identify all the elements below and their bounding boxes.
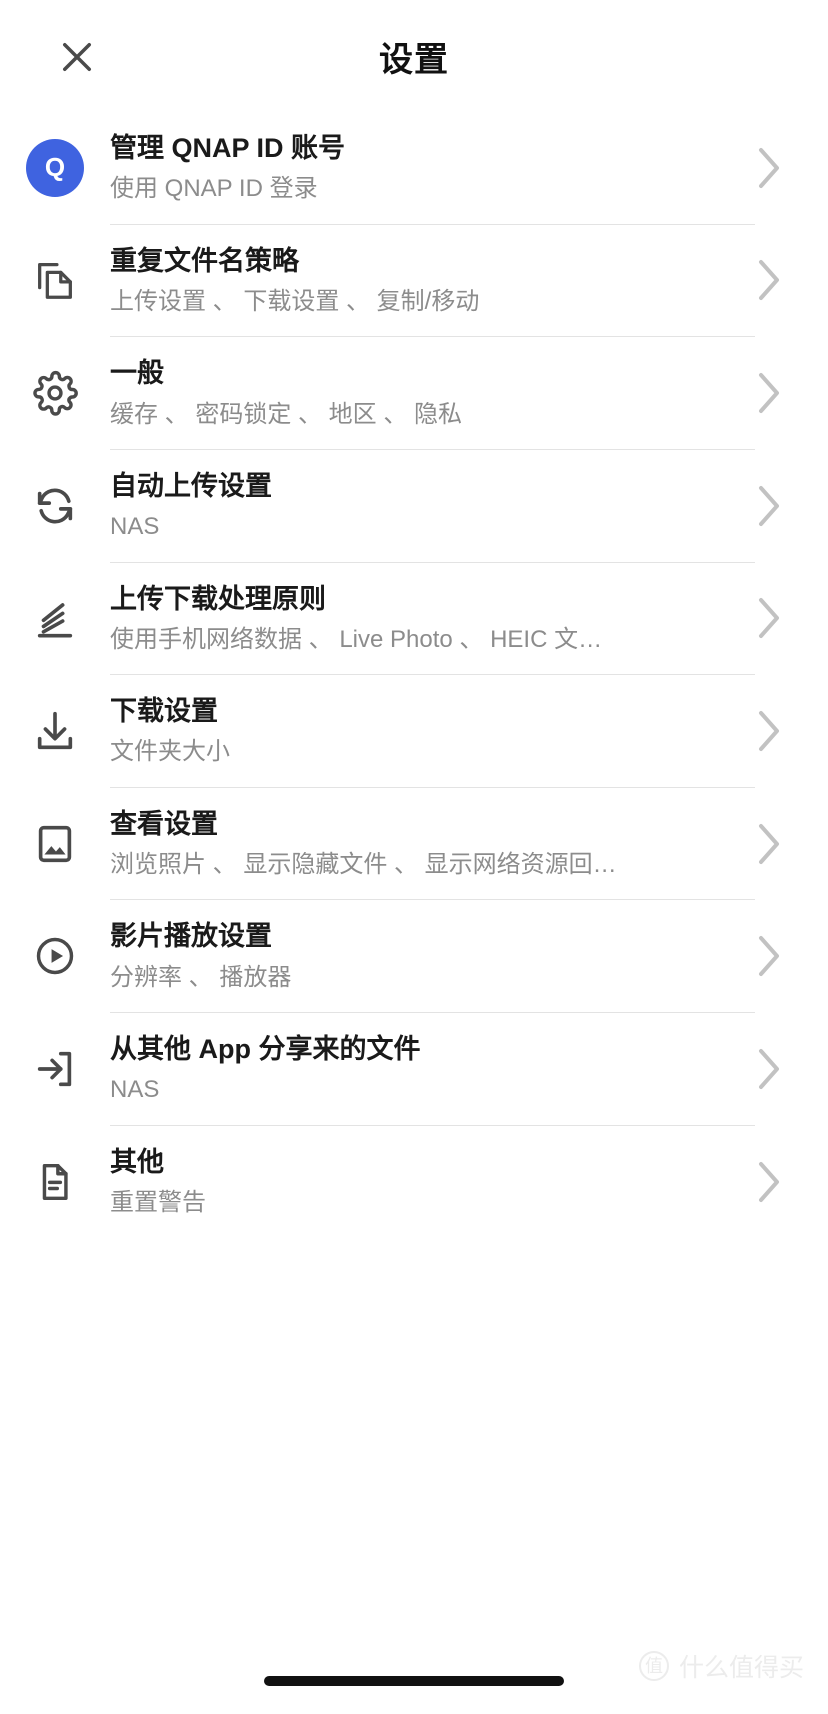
copy-files-icon bbox=[32, 257, 78, 303]
list-item-subtitle: 使用手机网络数据 、 Live Photo 、 HEIC 文… bbox=[110, 625, 603, 653]
close-icon bbox=[56, 36, 98, 78]
row-icon-slot bbox=[0, 1159, 110, 1205]
row-body: 重复文件名策略 上传设置 、 下载设置 、 复制/移动 bbox=[110, 225, 710, 337]
row-body: 从其他 App 分享来的文件 NAS bbox=[110, 1013, 710, 1125]
row-icon-slot bbox=[0, 483, 110, 529]
chevron-right-icon bbox=[710, 934, 828, 978]
chevron-right-icon bbox=[710, 822, 828, 866]
list-item-transfer-rules[interactable]: 上传下载处理原则 使用手机网络数据 、 Live Photo 、 HEIC 文… bbox=[0, 563, 828, 675]
row-icon-slot bbox=[0, 821, 110, 867]
list-item-subtitle: 上传设置 、 下载设置 、 复制/移动 bbox=[110, 287, 480, 315]
close-button[interactable] bbox=[52, 32, 102, 82]
site-watermark: 值 什么值得买 bbox=[638, 1648, 804, 1684]
list-item-duplicate-filename-policy[interactable]: 重复文件名策略 上传设置 、 下载设置 、 复制/移动 bbox=[0, 225, 828, 337]
list-item-qnap-account[interactable]: Q 管理 QNAP ID 账号 使用 QNAP ID 登录 bbox=[0, 112, 828, 224]
chevron-right-icon bbox=[710, 709, 828, 753]
row-icon-slot bbox=[0, 933, 110, 979]
list-item-video-playback[interactable]: 影片播放设置 分辨率 、 播放器 bbox=[0, 900, 828, 1012]
list-item-subtitle: NAS bbox=[110, 513, 160, 541]
list-item-title: 下载设置 bbox=[110, 696, 218, 727]
list-item-subtitle: 使用 QNAP ID 登录 bbox=[110, 175, 318, 203]
qnap-account-avatar: Q bbox=[26, 138, 84, 197]
row-icon-slot bbox=[0, 708, 110, 754]
list-item-title: 查看设置 bbox=[110, 808, 218, 839]
row-body: 查看设置 浏览照片 、 显示隐藏文件 、 显示网络资源回… bbox=[110, 788, 710, 900]
sync-icon bbox=[32, 483, 78, 529]
watermark-badge-icon: 值 bbox=[638, 1651, 669, 1681]
row-body: 下载设置 文件夹大小 bbox=[110, 675, 710, 787]
list-item-title: 影片播放设置 bbox=[110, 921, 272, 952]
image-icon bbox=[32, 821, 78, 867]
chevron-right-icon bbox=[710, 146, 828, 190]
document-icon bbox=[32, 1159, 78, 1205]
list-item-title: 其他 bbox=[110, 1146, 164, 1177]
list-item-shared-from-other-apps[interactable]: 从其他 App 分享来的文件 NAS bbox=[0, 1013, 828, 1125]
gear-icon bbox=[32, 370, 78, 416]
chevron-right-icon bbox=[710, 596, 828, 640]
list-item-general[interactable]: 一般 缓存 、 密码锁定 、 地区 、 隐私 bbox=[0, 337, 828, 449]
row-icon-slot bbox=[0, 257, 110, 303]
list-item-subtitle: 浏览照片 、 显示隐藏文件 、 显示网络资源回… bbox=[110, 851, 617, 879]
row-icon-slot: Q bbox=[0, 138, 110, 197]
play-circle-icon bbox=[32, 933, 78, 979]
list-item-title: 管理 QNAP ID 账号 bbox=[110, 133, 346, 163]
list-item-others[interactable]: 其他 重置警告 bbox=[0, 1126, 828, 1238]
chevron-right-icon bbox=[710, 258, 828, 302]
list-item-auto-upload[interactable]: 自动上传设置 NAS bbox=[0, 450, 828, 562]
settings-list: Q 管理 QNAP ID 账号 使用 QNAP ID 登录 重复文件名策略 上传… bbox=[0, 112, 828, 1237]
watermark-text: 什么值得买 bbox=[678, 1654, 804, 1682]
list-item-title: 从其他 App 分享来的文件 bbox=[110, 1034, 421, 1065]
row-body: 影片播放设置 分辨率 、 播放器 bbox=[110, 900, 710, 1012]
row-body: 管理 QNAP ID 账号 使用 QNAP ID 登录 bbox=[110, 112, 710, 224]
list-item-subtitle: 重置警告 bbox=[110, 1189, 206, 1217]
list-item-title: 自动上传设置 bbox=[110, 470, 272, 501]
list-item-title: 上传下载处理原则 bbox=[110, 583, 326, 614]
row-body: 其他 重置警告 bbox=[110, 1126, 710, 1238]
transfer-rules-icon bbox=[32, 595, 78, 641]
row-body: 上传下载处理原则 使用手机网络数据 、 Live Photo 、 HEIC 文… bbox=[110, 563, 710, 675]
row-icon-slot bbox=[0, 1046, 110, 1092]
list-item-subtitle: 分辨率 、 播放器 bbox=[110, 963, 292, 991]
list-item-subtitle: 文件夹大小 bbox=[110, 738, 230, 766]
row-icon-slot bbox=[0, 595, 110, 641]
list-item-title: 重复文件名策略 bbox=[110, 245, 299, 276]
download-icon bbox=[32, 708, 78, 754]
list-item-download-settings[interactable]: 下载设置 文件夹大小 bbox=[0, 675, 828, 787]
list-item-subtitle: NAS bbox=[110, 1076, 160, 1104]
import-arrow-icon bbox=[32, 1046, 78, 1092]
page-title: 设置 bbox=[379, 40, 449, 79]
chevron-right-icon bbox=[710, 1160, 828, 1204]
app-header: 设置 bbox=[0, 0, 828, 112]
row-icon-slot bbox=[0, 370, 110, 416]
list-item-title: 一般 bbox=[110, 358, 164, 389]
chevron-right-icon bbox=[710, 484, 828, 528]
chevron-right-icon bbox=[710, 1047, 828, 1091]
row-body: 一般 缓存 、 密码锁定 、 地区 、 隐私 bbox=[110, 337, 710, 449]
chevron-right-icon bbox=[710, 371, 828, 415]
home-indicator[interactable] bbox=[264, 1676, 564, 1686]
avatar-letter: Q bbox=[44, 152, 66, 183]
list-item-view-settings[interactable]: 查看设置 浏览照片 、 显示隐藏文件 、 显示网络资源回… bbox=[0, 788, 828, 900]
list-item-subtitle: 缓存 、 密码锁定 、 地区 、 隐私 bbox=[110, 400, 463, 428]
row-body: 自动上传设置 NAS bbox=[110, 450, 710, 562]
settings-screen: 设置 Q 管理 QNAP ID 账号 使用 QNAP ID 登录 重复文件名策略… bbox=[0, 0, 828, 1714]
